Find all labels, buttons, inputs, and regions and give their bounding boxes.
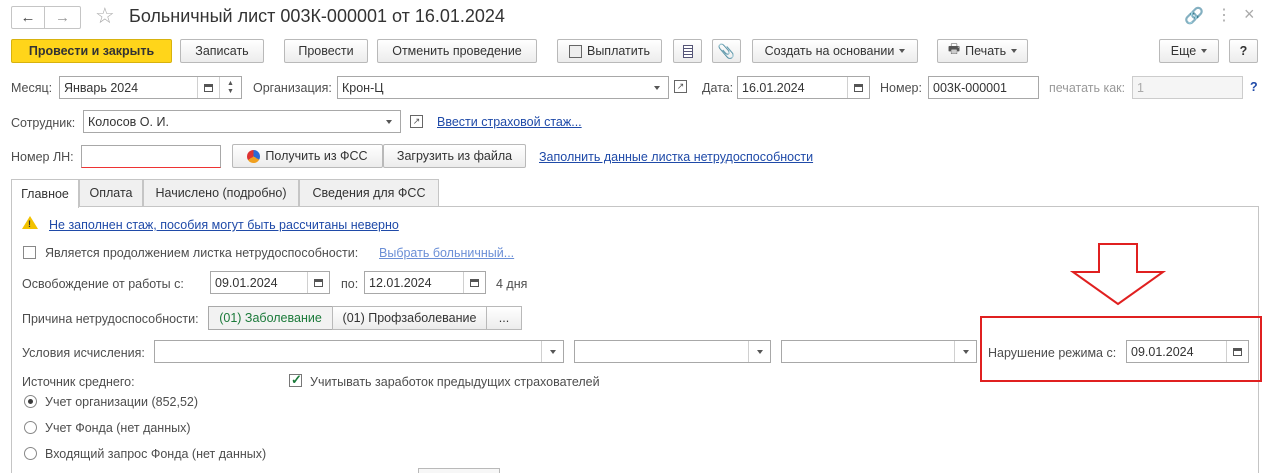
source-radio-fund[interactable] [24,421,37,434]
source-radio-incoming-request[interactable] [24,447,37,460]
source-incoming-request-label: Входящий запрос Фонда (нет данных) [45,447,267,461]
consider-prev-employers-checkbox[interactable]: ✓ [289,372,302,387]
annotation-highlight-box [980,316,1262,382]
chevron-down-icon [549,349,556,354]
release-to-label: по: [341,277,359,291]
warning-icon-mark: ! [28,219,31,229]
release-from-label: Освобождение от работы с: [22,277,184,291]
release-to-field[interactable]: 12.01.2024 [364,271,486,294]
conditions-label: Условия исчисления: [22,346,145,360]
reason-more-button[interactable]: ... [486,306,522,330]
continuation-label: Является продолжением листка нетрудоспос… [45,246,359,260]
annotation-down-arrow-icon [1069,243,1167,306]
condition-field-2[interactable] [574,340,771,363]
calendar-icon [470,278,479,287]
condition-field-1[interactable] [154,340,564,363]
checkmark-icon: ✓ [291,372,302,387]
reason-label: Причина нетрудоспособности: [22,312,199,326]
source-organization-label: Учет организации (852,52) [45,395,199,409]
calendar-icon [314,278,323,287]
calendar-button[interactable] [307,272,329,293]
release-from-field[interactable]: 09.01.2024 [210,271,330,294]
source-fund-label: Учет Фонда (нет данных) [45,421,191,435]
source-radio-organization[interactable] [24,395,37,408]
chevron-down-icon [962,349,969,354]
reason-option-illness-label: (01) Заболевание [219,311,322,325]
condition-dropdown-1[interactable] [541,341,563,362]
calendar-button[interactable] [463,272,485,293]
chevron-down-icon [756,349,763,354]
condition-dropdown-2[interactable] [748,341,770,362]
average-source-label: Источник среднего: [22,375,135,389]
release-from-value: 09.01.2024 [215,275,278,290]
partial-bottom-field[interactable] [418,468,500,473]
reason-option-occupational[interactable]: (01) Профзаболевание [332,306,487,330]
reason-option-illness[interactable]: (01) Заболевание [208,306,333,330]
reason-more-label: ... [498,311,510,325]
condition-dropdown-3[interactable] [954,341,976,362]
continuation-checkbox[interactable] [23,246,36,259]
condition-field-3[interactable] [781,340,977,363]
reason-option-occupational-label: (01) Профзаболевание [342,311,477,325]
choose-sick-leave-link[interactable]: Выбрать больничный... [379,246,514,260]
experience-warning-link[interactable]: Не заполнен стаж, пособия могут быть рас… [49,218,399,232]
consider-prev-employers-label: Учитывать заработок предыдущих страховат… [310,375,600,389]
days-count: 4 дня [496,277,528,291]
release-to-value: 12.01.2024 [369,275,432,290]
